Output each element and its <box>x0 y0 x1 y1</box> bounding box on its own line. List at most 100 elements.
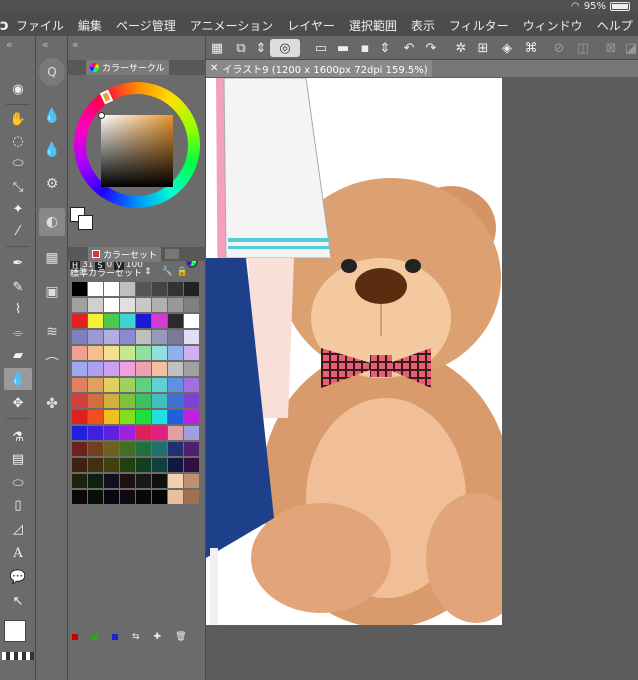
color-swatch[interactable] <box>88 394 103 408</box>
ruler-tool-icon[interactable]: ◿ <box>4 518 32 540</box>
color-swatch[interactable] <box>168 490 183 504</box>
color-swatch[interactable] <box>88 490 103 504</box>
menu-window[interactable]: ウィンドウ <box>516 17 590 34</box>
color-swatch[interactable] <box>168 282 183 296</box>
add-color-icon[interactable]: ✚ <box>154 632 162 642</box>
menu-selection[interactable]: 選択範囲 <box>342 17 404 34</box>
color-swatch[interactable] <box>88 346 103 360</box>
color-swatch[interactable] <box>104 330 119 344</box>
color-swatch[interactable] <box>136 394 151 408</box>
color-swatch[interactable] <box>152 426 167 440</box>
color-swatch[interactable] <box>72 458 87 472</box>
color-swatch[interactable] <box>136 282 151 296</box>
save-spin-icon[interactable]: ⇕ <box>376 39 394 57</box>
color-swatch[interactable] <box>120 442 135 456</box>
marquee-tool-icon[interactable]: ⬭ <box>4 152 32 174</box>
navigator-tab-icon[interactable]: ⌒ <box>39 350 65 378</box>
subtool-blend-icon[interactable]: 💧 <box>39 102 65 130</box>
lasso-tool-icon[interactable]: ◌ <box>4 130 32 152</box>
zoom-tool-icon[interactable]: ◉ <box>4 78 32 100</box>
color-swatch[interactable] <box>120 346 135 360</box>
decoration-tool-icon[interactable]: ✥ <box>4 392 32 414</box>
spiral-icon[interactable]: ◎ <box>270 39 300 57</box>
color-swatch[interactable] <box>88 378 103 392</box>
collapse-icon[interactable]: « <box>42 38 49 51</box>
delete-color-icon[interactable]: 🗑 <box>175 632 186 642</box>
color-swatch[interactable] <box>120 410 135 424</box>
crop-icon[interactable]: ⌘ <box>522 39 540 57</box>
menu-help[interactable]: ヘルプ <box>590 17 638 34</box>
color-swatch[interactable] <box>88 330 103 344</box>
color-swatch[interactable] <box>72 474 87 488</box>
app-logo-icon[interactable]: ↄ <box>0 16 9 34</box>
color-swatch[interactable] <box>168 426 183 440</box>
color-swatch[interactable] <box>184 282 199 296</box>
color-swatch[interactable] <box>104 426 119 440</box>
color-swatch[interactable] <box>152 474 167 488</box>
color-swatch[interactable] <box>104 346 119 360</box>
color-swatch[interactable] <box>152 458 167 472</box>
color-swatch[interactable] <box>152 378 167 392</box>
pencil-tool-icon[interactable]: ✎ <box>4 276 32 298</box>
menu-file[interactable]: ファイル <box>9 17 71 34</box>
replace-color-icon[interactable]: ⇆ <box>132 632 140 642</box>
color-swatch[interactable] <box>88 426 103 440</box>
color-swatch[interactable] <box>168 474 183 488</box>
color-swatch[interactable] <box>72 362 87 376</box>
color-swatch[interactable] <box>72 410 87 424</box>
color-swatch[interactable] <box>120 298 135 312</box>
eraser-tool-icon[interactable]: ▰ <box>4 344 32 366</box>
menu-filter[interactable]: フィルター <box>442 17 516 34</box>
color-swatch[interactable] <box>120 314 135 328</box>
color-swatch[interactable] <box>72 298 87 312</box>
color-swatch[interactable] <box>104 394 119 408</box>
sv-marker[interactable] <box>98 112 105 119</box>
menu-page[interactable]: ページ管理 <box>109 17 183 34</box>
pen-tool-icon[interactable]: ✒ <box>4 252 32 274</box>
color-swatch[interactable] <box>104 314 119 328</box>
color-swatch[interactable] <box>104 442 119 456</box>
disabled-tool3-icon[interactable]: ⊠ <box>602 39 620 57</box>
color-swatch[interactable] <box>168 346 183 360</box>
menu-layer[interactable]: レイヤー <box>280 17 342 34</box>
color-swatch[interactable] <box>120 330 135 344</box>
save-icon[interactable]: ▪ <box>356 39 374 57</box>
color-swatch[interactable] <box>88 282 103 296</box>
color-swatch[interactable] <box>72 378 87 392</box>
color-swatch[interactable] <box>168 362 183 376</box>
color-swatch[interactable] <box>136 298 151 312</box>
color-swatch[interactable] <box>152 282 167 296</box>
color-swatch[interactable] <box>184 314 199 328</box>
color-swatch[interactable] <box>184 330 199 344</box>
color-swatch[interactable] <box>184 378 199 392</box>
color-swatch[interactable] <box>120 362 135 376</box>
text-tool-icon[interactable]: A <box>4 542 32 564</box>
color-swatch[interactable] <box>184 490 199 504</box>
disabled-tool4-icon[interactable]: ◪ <box>622 39 638 57</box>
color-swatch[interactable] <box>168 442 183 456</box>
color-swatch[interactable] <box>72 394 87 408</box>
color-swatch[interactable] <box>136 426 151 440</box>
color-swatch[interactable] <box>72 346 87 360</box>
color-swatch[interactable] <box>88 314 103 328</box>
color-swatch[interactable] <box>88 410 103 424</box>
color-swatch[interactable] <box>168 410 183 424</box>
airbrush-tool-icon[interactable]: ⌯ <box>4 322 32 344</box>
frame-tool-icon[interactable]: ▯ <box>4 494 32 516</box>
color-swatch[interactable] <box>168 330 183 344</box>
move-tool-icon[interactable]: ✋ <box>4 108 32 130</box>
color-swatch[interactable] <box>88 362 103 376</box>
layer-tab-icon[interactable]: ≋ <box>39 318 65 346</box>
color-swatch[interactable] <box>72 314 87 328</box>
saturation-value-square[interactable] <box>101 115 173 187</box>
color-swatch[interactable] <box>120 282 135 296</box>
color-swatch[interactable] <box>152 442 167 456</box>
color-swatch[interactable] <box>88 442 103 456</box>
color-swatch[interactable] <box>184 362 199 376</box>
gradient-tool-icon[interactable]: ▤ <box>4 448 32 470</box>
balloon-tool-icon[interactable]: 💬 <box>4 566 32 588</box>
menu-view[interactable]: 表示 <box>404 17 442 34</box>
color-set-tab-icon[interactable]: ▦ <box>39 244 65 272</box>
color-swatch[interactable] <box>184 346 199 360</box>
shape-tool-icon[interactable]: ⬭ <box>4 472 32 494</box>
